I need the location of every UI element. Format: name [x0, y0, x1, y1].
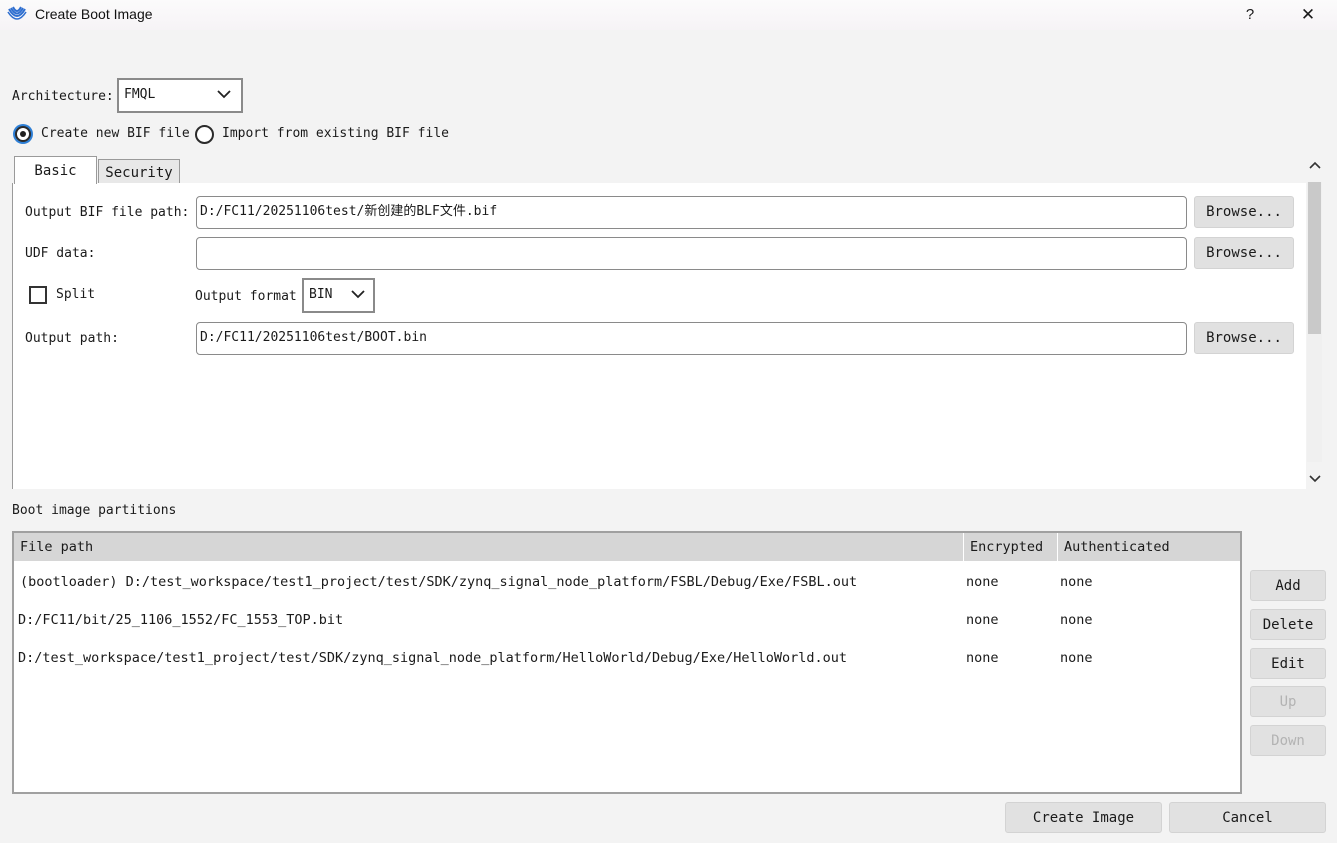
cell-authenticated: none	[1060, 574, 1093, 590]
partitions-table: File path Encrypted Authenticated (bootl…	[12, 531, 1242, 794]
tab-basic[interactable]: Basic	[14, 156, 97, 184]
output-format-select[interactable]: BIN	[302, 278, 375, 313]
chevron-down-icon[interactable]	[1308, 474, 1322, 484]
create-image-button[interactable]: Create Image	[1005, 802, 1162, 833]
cell-path: (bootloader) D:/test_workspace/test1_pro…	[20, 574, 858, 590]
down-button[interactable]: Down	[1250, 725, 1326, 756]
cancel-button[interactable]: Cancel	[1169, 802, 1326, 833]
close-icon[interactable]: ✕	[1293, 2, 1323, 28]
architecture-label: Architecture:	[12, 89, 114, 104]
output-bif-label: Output BIF file path:	[25, 205, 190, 220]
window-title: Create Boot Image	[35, 6, 153, 22]
column-authenticated[interactable]: Authenticated	[1058, 533, 1240, 561]
architecture-select[interactable]: FMQL	[117, 78, 243, 113]
partitions-label: Boot image partitions	[12, 503, 177, 518]
edit-button[interactable]: Edit	[1250, 648, 1326, 679]
cell-authenticated: none	[1060, 612, 1093, 628]
browse-bif-button[interactable]: Browse...	[1194, 196, 1294, 228]
table-row[interactable]: D:/FC11/bit/25_1106_1552/FC_1553_TOP.bit…	[14, 601, 1240, 639]
delete-button[interactable]: Delete	[1250, 609, 1326, 640]
table-header: File path Encrypted Authenticated	[14, 533, 1240, 561]
chevron-down-icon	[217, 90, 231, 99]
cell-encrypted: none	[966, 650, 999, 666]
output-format-value: BIN	[309, 287, 333, 302]
chevron-down-icon	[351, 290, 365, 299]
add-button[interactable]: Add	[1250, 570, 1326, 601]
chevron-up-icon[interactable]	[1308, 160, 1322, 170]
help-icon[interactable]: ?	[1240, 4, 1260, 26]
create-bif-label[interactable]: Create new BIF file	[41, 126, 190, 141]
up-button[interactable]: Up	[1250, 686, 1326, 717]
browse-udf-button[interactable]: Browse...	[1194, 237, 1294, 269]
udf-field[interactable]	[196, 237, 1187, 270]
column-file-path[interactable]: File path	[14, 533, 964, 561]
table-row[interactable]: D:/test_workspace/test1_project/test/SDK…	[14, 639, 1240, 677]
architecture-value: FMQL	[124, 87, 156, 102]
cell-encrypted: none	[966, 574, 999, 590]
table-row[interactable]: (bootloader) D:/test_workspace/test1_pro…	[14, 563, 1240, 601]
cell-encrypted: none	[966, 612, 999, 628]
tab-security[interactable]: Security	[98, 159, 180, 184]
panel-scrollbar[interactable]	[1306, 156, 1323, 489]
split-label[interactable]: Split	[56, 287, 95, 302]
scroll-thumb[interactable]	[1308, 182, 1321, 334]
column-encrypted[interactable]: Encrypted	[964, 533, 1058, 561]
browse-output-button[interactable]: Browse...	[1194, 322, 1294, 354]
import-bif-label[interactable]: Import from existing BIF file	[222, 126, 449, 141]
app-logo-icon	[7, 6, 27, 20]
cell-path: D:/test_workspace/test1_project/test/SDK…	[18, 650, 848, 666]
title-bar: Create Boot Image ? ✕	[0, 0, 1337, 30]
split-checkbox[interactable]	[29, 286, 47, 304]
cell-path: D:/FC11/bit/25_1106_1552/FC_1553_TOP.bit	[18, 612, 344, 628]
output-format-label: Output format	[195, 289, 297, 304]
cell-authenticated: none	[1060, 650, 1093, 666]
output-bif-field[interactable]: D:/FC11/20251106test/新创建的BLF文件.bif	[196, 196, 1187, 229]
basic-panel: Output BIF file path: D:/FC11/20251106te…	[12, 183, 1306, 489]
import-bif-radio[interactable]	[195, 125, 214, 144]
output-path-label: Output path:	[25, 331, 119, 346]
udf-label: UDF data:	[25, 246, 96, 261]
create-bif-radio[interactable]	[15, 126, 31, 142]
output-path-field[interactable]: D:/FC11/20251106test/BOOT.bin	[196, 322, 1187, 355]
